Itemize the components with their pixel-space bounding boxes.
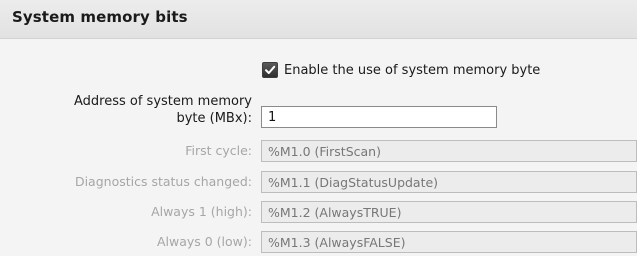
checkmark-icon [265,65,276,74]
diagnostics-status-changed-label: Diagnostics status changed: [74,174,252,189]
section-header[interactable]: System memory bits [0,0,637,39]
diagnostics-status-changed-field[interactable]: %M1.1 (DiagStatusUpdate) [261,171,637,193]
diagnostics-status-changed-row: Diagnostics status changed: %M1.1 (DiagS… [0,171,637,193]
address-label: Address of system memory byte (MBx): [74,93,252,127]
always-low-label: Always 0 (low): [156,234,252,249]
enable-system-memory-byte-row[interactable]: Enable the use of system memory byte [262,60,540,80]
always-high-label: Always 1 (high): [151,204,252,219]
enable-system-memory-byte-checkbox[interactable] [262,62,278,78]
address-label-line1: Address of system memory [73,94,252,109]
section-title: System memory bits [12,8,188,26]
enable-system-memory-byte-label: Enable the use of system memory byte [284,62,541,78]
first-cycle-field[interactable]: %M1.0 (FirstScan) [261,140,637,162]
first-cycle-label: First cycle: [185,143,252,158]
always-high-field[interactable]: %M1.2 (AlwaysTRUE) [261,201,637,223]
system-memory-byte-address-input[interactable] [261,106,497,128]
address-label-line2: byte (MBx): [176,111,252,126]
first-cycle-row: First cycle: %M1.0 (FirstScan) [0,140,637,162]
always-low-row: Always 0 (low): %M1.3 (AlwaysFALSE) [0,231,637,253]
always-high-row: Always 1 (high): %M1.2 (AlwaysTRUE) [0,201,637,223]
always-low-field[interactable]: %M1.3 (AlwaysFALSE) [261,231,637,253]
system-memory-bits-panel: System memory bits Enable the use of sys… [0,0,637,256]
